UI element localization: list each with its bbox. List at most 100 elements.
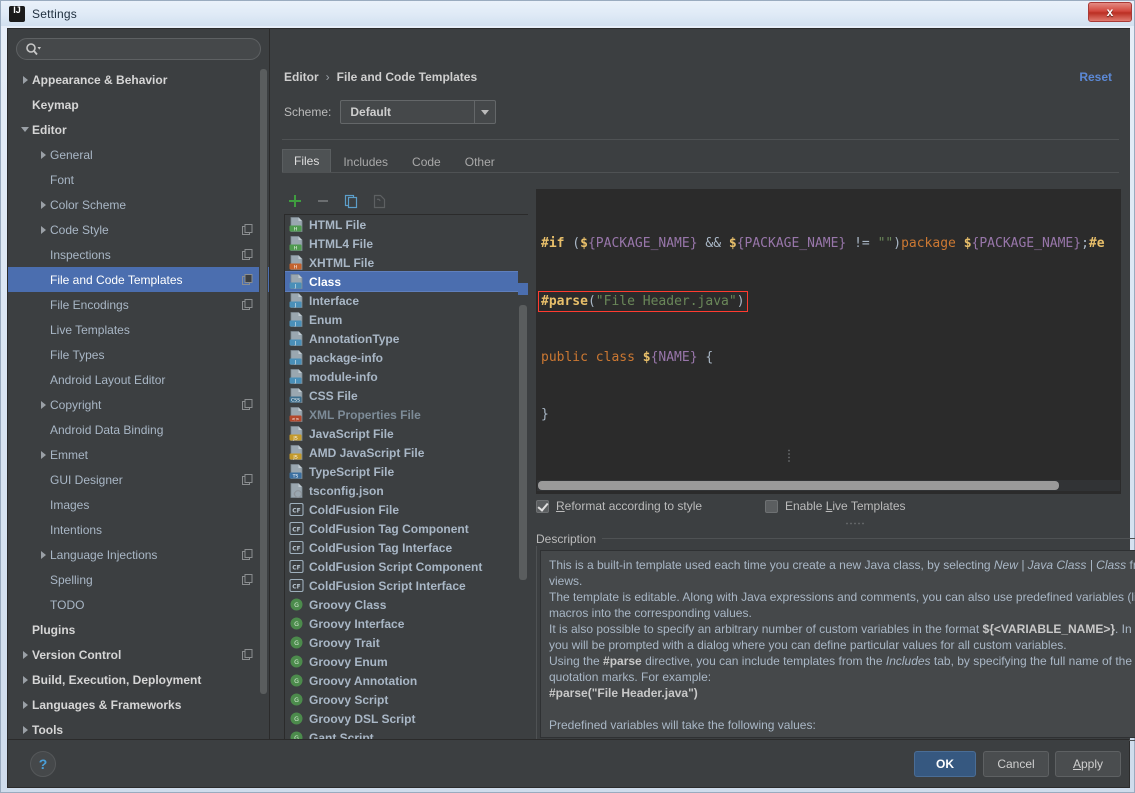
template-list-item[interactable]: JClass — [285, 272, 527, 291]
chevron-right-icon[interactable] — [18, 698, 32, 712]
template-list-item[interactable]: HHTML File — [285, 215, 527, 234]
help-button[interactable]: ? — [30, 751, 56, 777]
template-list-item[interactable]: <>XML Properties File — [285, 405, 527, 424]
chevron-right-icon[interactable] — [36, 223, 50, 237]
editor-hscrollbar-thumb[interactable] — [538, 481, 1059, 490]
sidebar-item-build-execution-deployment[interactable]: Build, Execution, Deployment — [8, 667, 269, 692]
copy-settings-icon[interactable] — [242, 574, 253, 585]
template-list-item[interactable]: JAnnotationType — [285, 329, 527, 348]
template-code-editor[interactable]: #if (${PACKAGE_NAME} && ${PACKAGE_NAME} … — [536, 189, 1121, 494]
sidebar-scrollbar-thumb[interactable] — [260, 69, 267, 694]
sidebar-item-live-templates[interactable]: Live Templates — [8, 317, 269, 342]
template-list-item[interactable]: tsconfig.json — [285, 481, 527, 500]
template-list-item[interactable]: CFColdFusion Tag Interface — [285, 538, 527, 557]
template-list-item[interactable]: GGroovy Enum — [285, 652, 527, 671]
live-templates-checkbox-row[interactable]: Enable Live Templates — [765, 499, 906, 513]
template-list-item[interactable]: HHTML4 File — [285, 234, 527, 253]
template-list-item[interactable]: CFColdFusion Tag Component — [285, 519, 527, 538]
chevron-right-icon[interactable] — [36, 548, 50, 562]
editor-splitter-grip[interactable] — [785, 449, 794, 463]
template-list-item[interactable]: GGroovy Class — [285, 595, 527, 614]
copy-settings-icon[interactable] — [242, 549, 253, 560]
sidebar-item-images[interactable]: Images — [8, 492, 269, 517]
copy-settings-icon[interactable] — [242, 474, 253, 485]
sidebar-item-emmet[interactable]: Emmet — [8, 442, 269, 467]
tab-files[interactable]: Files — [282, 149, 331, 173]
sidebar-item-gui-designer[interactable]: GUI Designer — [8, 467, 269, 492]
copy-settings-icon[interactable] — [242, 299, 253, 310]
template-list-item[interactable]: GGroovy Interface — [285, 614, 527, 633]
template-list-item[interactable]: TSTypeScript File — [285, 462, 527, 481]
search-input[interactable] — [44, 41, 244, 57]
sidebar-item-languages-frameworks[interactable]: Languages & Frameworks — [8, 692, 269, 717]
template-list-scrollbar[interactable] — [518, 214, 528, 741]
panel-splitter-grip[interactable] — [845, 515, 848, 537]
template-list-item[interactable]: GGroovy Trait — [285, 633, 527, 652]
breadcrumb-root[interactable]: Editor — [284, 70, 319, 84]
template-list-item[interactable]: JSAMD JavaScript File — [285, 443, 527, 462]
chevron-down-icon[interactable] — [18, 123, 32, 137]
sidebar-item-appearance-behavior[interactable]: Appearance & Behavior — [8, 67, 269, 92]
tab-includes[interactable]: Includes — [331, 149, 400, 173]
chevron-right-icon[interactable] — [18, 673, 32, 687]
copy-settings-icon[interactable] — [242, 649, 253, 660]
close-window-button[interactable]: x — [1088, 2, 1132, 22]
chevron-right-icon[interactable] — [18, 73, 32, 87]
template-list-item[interactable]: JInterface — [285, 291, 527, 310]
sidebar-item-file-encodings[interactable]: File Encodings — [8, 292, 269, 317]
template-list-item[interactable]: CFColdFusion Script Component — [285, 557, 527, 576]
apply-button[interactable]: Apply — [1055, 751, 1121, 777]
copy-settings-icon[interactable] — [242, 399, 253, 410]
template-list-scrollbar-thumb[interactable] — [519, 305, 527, 580]
sidebar-item-copyright[interactable]: Copyright — [8, 392, 269, 417]
chevron-right-icon[interactable] — [18, 723, 32, 737]
sidebar-item-inspections[interactable]: Inspections — [8, 242, 269, 267]
template-list-item[interactable]: GGroovy DSL Script — [285, 709, 527, 728]
chevron-right-icon[interactable] — [36, 398, 50, 412]
template-list-item[interactable]: CFColdFusion Script Interface — [285, 576, 527, 595]
tab-code[interactable]: Code — [400, 149, 453, 173]
sidebar-item-general[interactable]: General — [8, 142, 269, 167]
sidebar-scrollbar[interactable] — [259, 69, 268, 724]
sidebar-item-file-types[interactable]: File Types — [8, 342, 269, 367]
chevron-down-icon[interactable] — [474, 101, 495, 123]
sidebar-item-android-layout-editor[interactable]: Android Layout Editor — [8, 367, 269, 392]
copy-settings-icon[interactable] — [242, 224, 253, 235]
live-templates-checkbox[interactable] — [765, 500, 778, 513]
sidebar-item-tools[interactable]: Tools — [8, 717, 269, 739]
sidebar-item-intentions[interactable]: Intentions — [8, 517, 269, 542]
template-list[interactable]: HHTML FileHHTML4 FileHXHTML FileJClassJI… — [284, 214, 528, 741]
sidebar-item-color-scheme[interactable]: Color Scheme — [8, 192, 269, 217]
sidebar-item-keymap[interactable]: Keymap — [8, 92, 269, 117]
template-list-item[interactable]: JSJavaScript File — [285, 424, 527, 443]
reset-link[interactable]: Reset — [1079, 70, 1112, 84]
sidebar-item-editor[interactable]: Editor — [8, 117, 269, 142]
description-box[interactable]: This is a built-in template used each ti… — [540, 550, 1135, 738]
search-box[interactable] — [16, 38, 261, 60]
reformat-checkbox-row[interactable]: Reformat according to style — [536, 499, 702, 513]
template-list-item[interactable]: JEnum — [285, 310, 527, 329]
sidebar-item-code-style[interactable]: Code Style — [8, 217, 269, 242]
chevron-right-icon[interactable] — [18, 648, 32, 662]
copy-icon[interactable] — [340, 190, 362, 212]
template-list-item[interactable]: HXHTML File — [285, 253, 527, 272]
chevron-right-icon[interactable] — [36, 148, 50, 162]
sidebar-item-version-control[interactable]: Version Control — [8, 642, 269, 667]
scheme-combobox[interactable]: Default — [340, 100, 496, 124]
template-list-item[interactable]: CFColdFusion File — [285, 500, 527, 519]
tab-other[interactable]: Other — [453, 149, 507, 173]
sidebar-item-file-and-code-templates[interactable]: File and Code Templates — [8, 267, 269, 292]
chevron-right-icon[interactable] — [36, 448, 50, 462]
reformat-checkbox[interactable] — [536, 500, 549, 513]
sidebar-item-spelling[interactable]: Spelling — [8, 567, 269, 592]
template-list-item[interactable]: Jmodule-info — [285, 367, 527, 386]
copy-settings-icon[interactable] — [242, 249, 253, 260]
ok-button[interactable]: OK — [914, 751, 976, 777]
template-list-item[interactable]: Jpackage-info — [285, 348, 527, 367]
sidebar-item-font[interactable]: Font — [8, 167, 269, 192]
chevron-right-icon[interactable] — [36, 198, 50, 212]
template-list-item[interactable]: GGroovy Script — [285, 690, 527, 709]
template-list-item[interactable]: CSSCSS File — [285, 386, 527, 405]
sidebar-item-android-data-binding[interactable]: Android Data Binding — [8, 417, 269, 442]
template-list-item[interactable]: GGroovy Annotation — [285, 671, 527, 690]
